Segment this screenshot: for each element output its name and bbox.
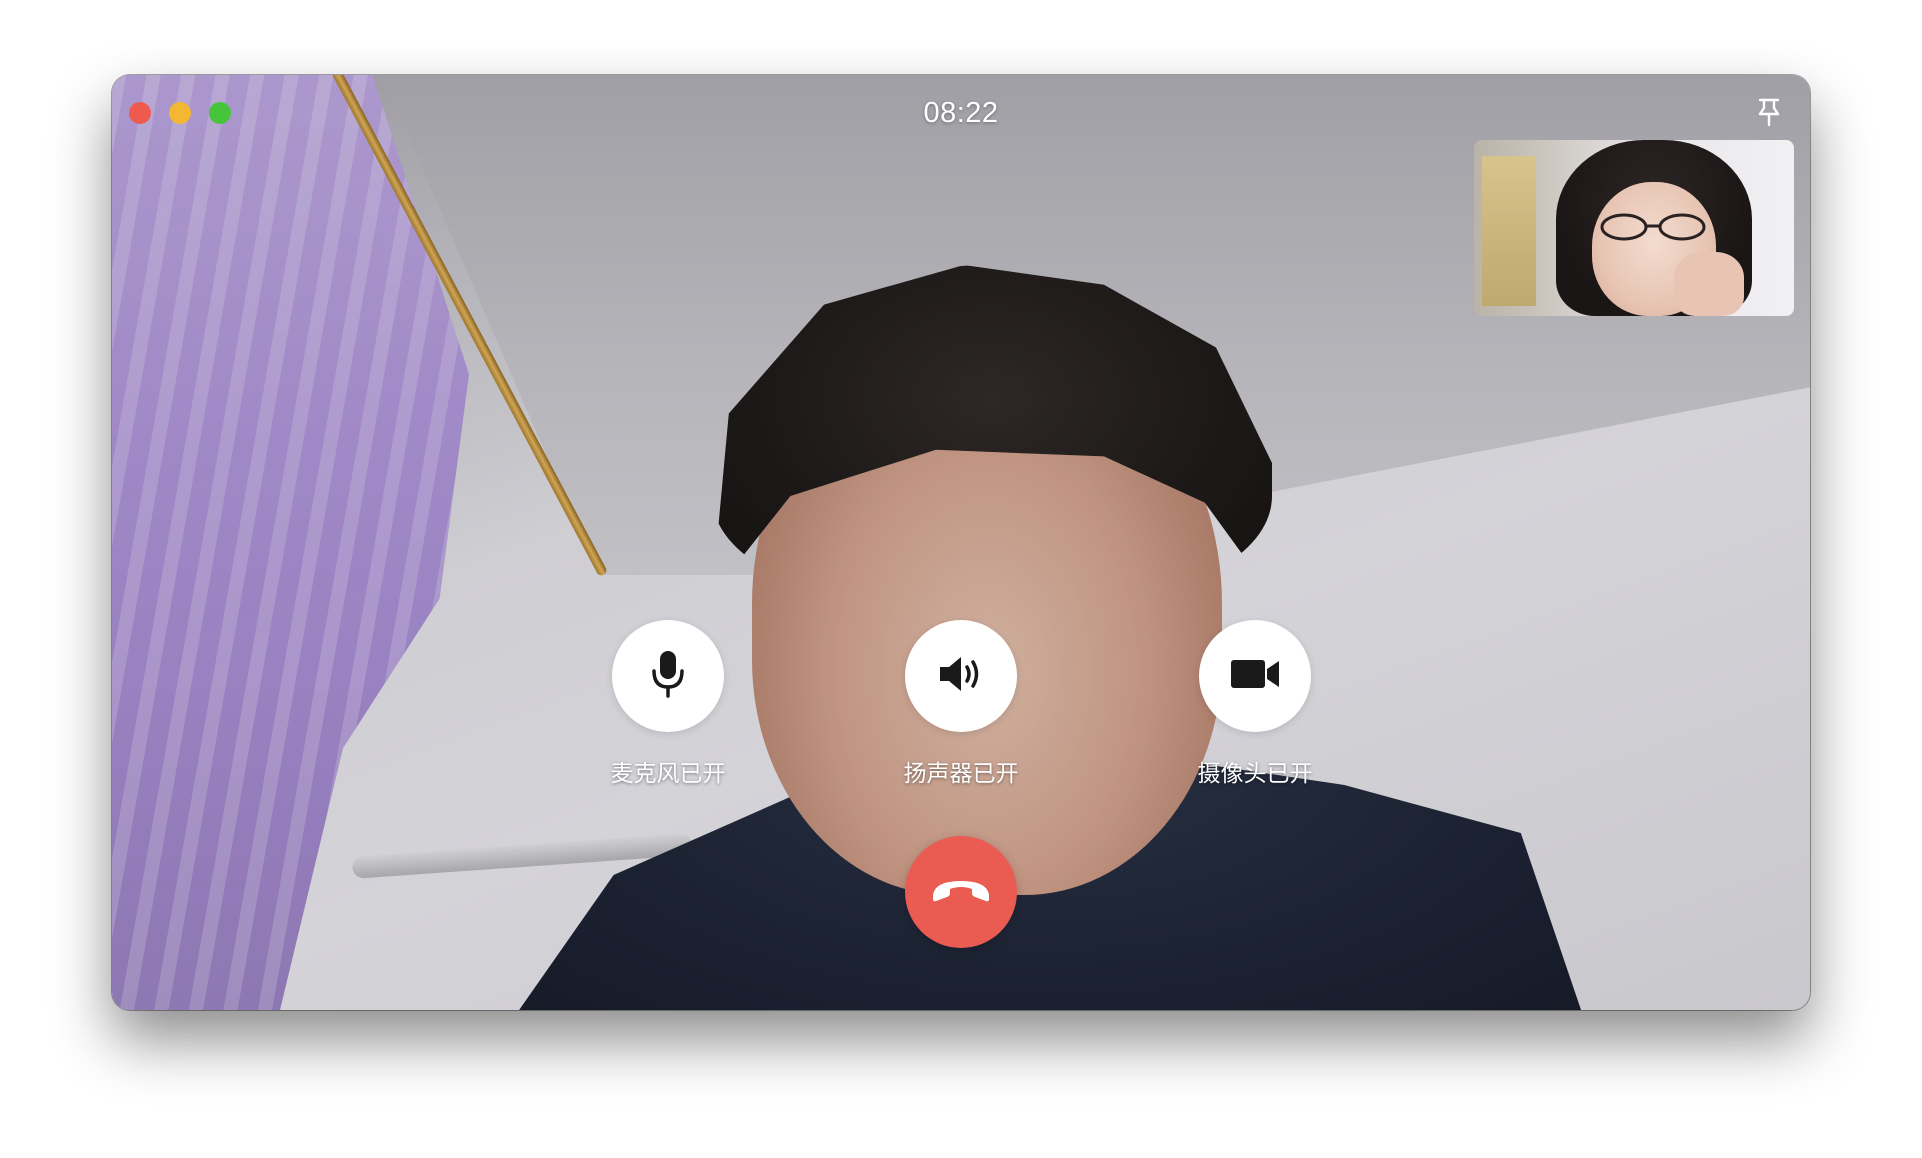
self-video-preview[interactable] — [1474, 140, 1794, 316]
video-camera-icon — [1229, 657, 1281, 695]
camera-toggle-button[interactable] — [1199, 620, 1311, 732]
speaker-label: 扬声器已开 — [903, 761, 1019, 787]
camera-control: 摄像头已开 — [1198, 620, 1313, 787]
video-call-window: 08:22 麦克风已开 扬声器已开 摄像头已开 — [112, 75, 1810, 1010]
microphone-label: 麦克风已开 — [610, 761, 726, 787]
pin-icon — [1756, 97, 1782, 131]
phone-hangup-icon — [929, 875, 993, 909]
camera-label: 摄像头已开 — [1197, 761, 1313, 787]
speaker-toggle-button[interactable] — [905, 620, 1017, 732]
microphone-icon — [648, 649, 688, 703]
call-timer: 08:22 — [923, 97, 999, 129]
microphone-control: 麦克风已开 — [611, 620, 726, 787]
speaker-icon — [937, 654, 985, 698]
speaker-control: 扬声器已开 — [904, 620, 1019, 787]
hang-up-button[interactable] — [905, 836, 1017, 948]
pin-button[interactable] — [1750, 95, 1788, 133]
microphone-toggle-button[interactable] — [612, 620, 724, 732]
